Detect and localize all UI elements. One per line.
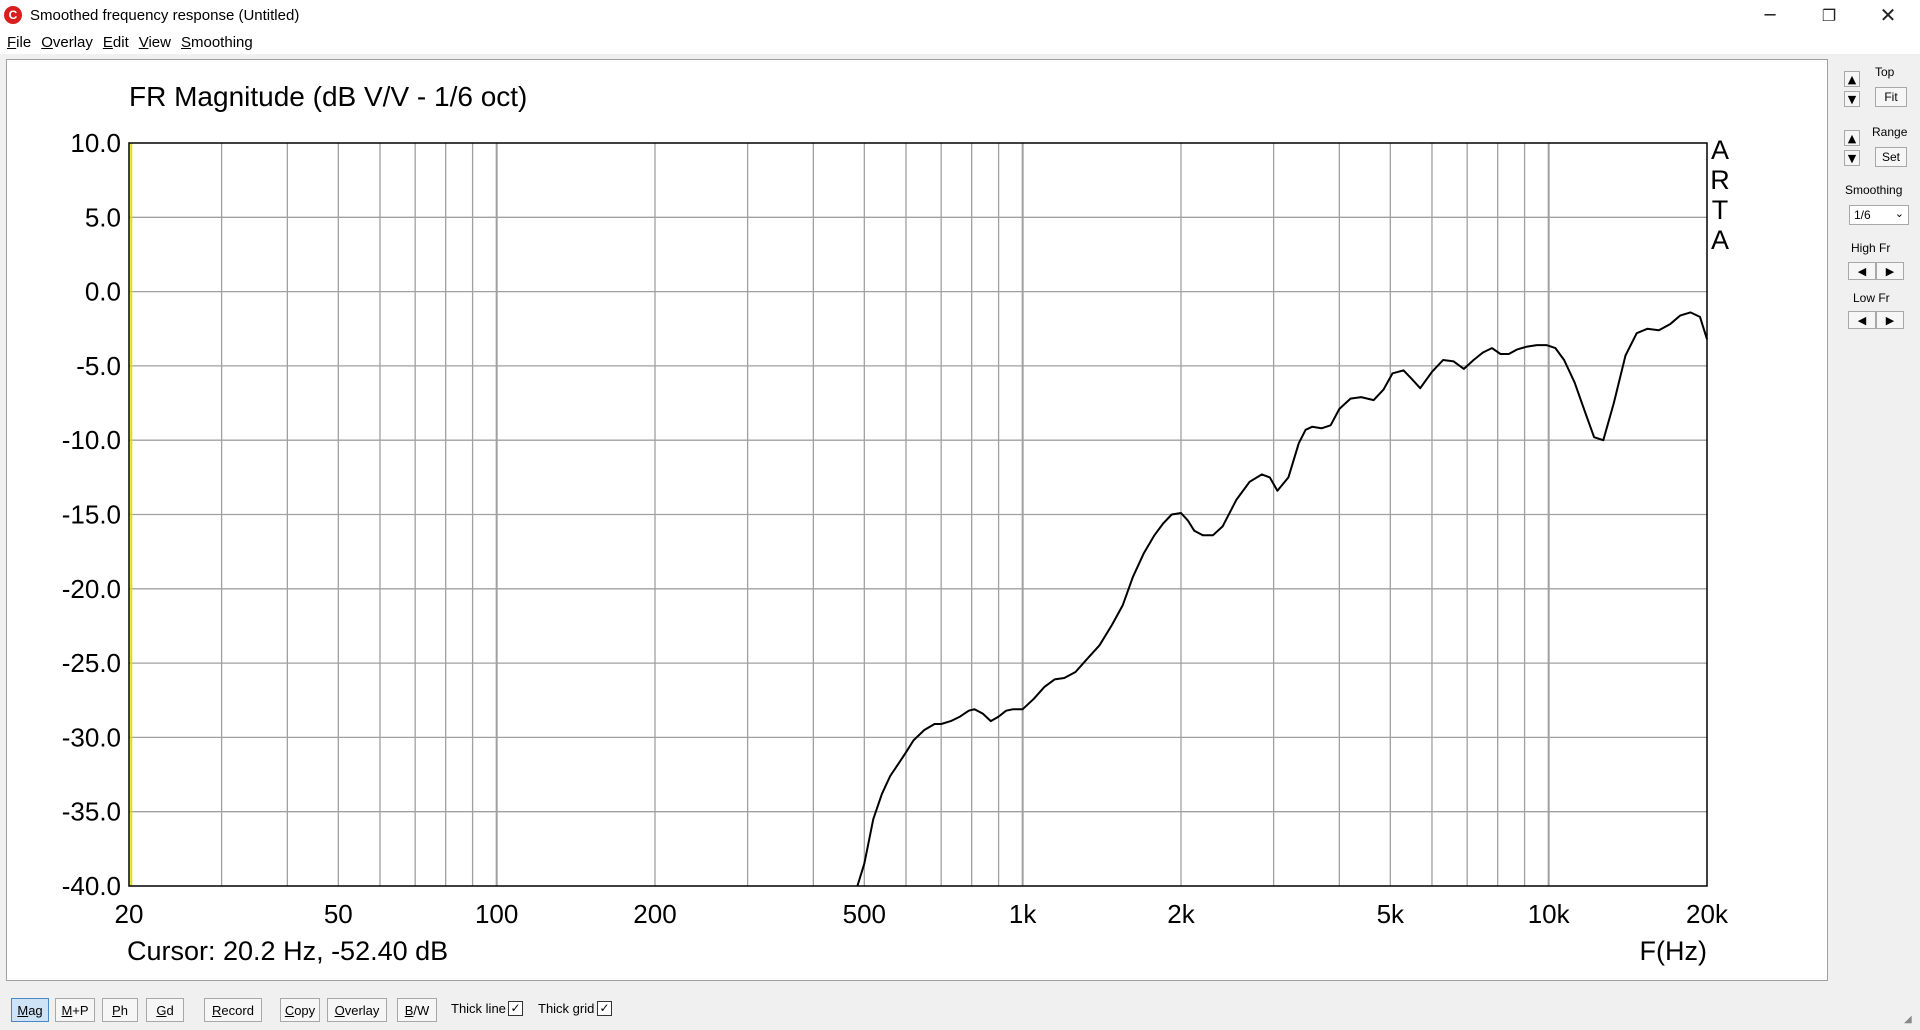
x-tick-label: 20k: [1686, 899, 1729, 929]
menu-edit[interactable]: Edit: [98, 34, 134, 51]
record-button[interactable]: Record: [204, 998, 262, 1022]
window-title: Smoothed frequency response (Untitled): [30, 6, 300, 24]
x-tick-label: 2k: [1167, 899, 1195, 929]
set-button[interactable]: Set: [1875, 147, 1907, 167]
mag-button[interactable]: Mag: [11, 998, 49, 1022]
copy-button[interactable]: Copy: [280, 998, 320, 1022]
chart-title: FR Magnitude (dB V/V - 1/6 oct): [129, 81, 527, 112]
grid: [129, 143, 1707, 886]
plot-area[interactable]: 10.0 5.0 0.0 -5.0 -10.0 -15.0 -20.0 -25.0 -30.0 -…: [6, 59, 1828, 981]
bw-button[interactable]: B/W: [397, 998, 437, 1022]
arta-brand-text: A R T A: [1710, 135, 1730, 255]
range-label: Range: [1872, 125, 1908, 139]
high-fr-label: High Fr: [1851, 241, 1891, 255]
menu-file[interactable]: File: [2, 34, 36, 51]
thick-grid-checkbox[interactable]: ✓: [597, 1001, 612, 1016]
arta-window: C Smoothed frequency response (Untitled)…: [0, 0, 1920, 1030]
brand-letter: A: [1711, 225, 1729, 255]
y-tick-label: 0.0: [85, 277, 121, 307]
low-fr-label: Low Fr: [1853, 291, 1890, 305]
y-tick-label: -5.0: [76, 351, 121, 381]
smoothing-select[interactable]: 1/6 ⌄: [1849, 205, 1909, 225]
close-button[interactable]: ✕: [1859, 0, 1917, 30]
bottom-toolbar: Mag M +P Ph Gd Record Copy Overlay B/W Th…: [0, 985, 1920, 1030]
range-down-button[interactable]: ▼: [1844, 150, 1860, 166]
menu-bar: File Overlay Edit View Smoothing: [0, 30, 1920, 54]
x-tick-label: 500: [843, 899, 886, 929]
top-label: Top: [1875, 65, 1895, 79]
low-fr-right-button[interactable]: ▶: [1876, 311, 1904, 329]
x-tick-labels: 20 50 100 200 500 1k 2k 5k 10k 20k: [115, 899, 1729, 929]
frequency-response-chart[interactable]: 10.0 5.0 0.0 -5.0 -10.0 -15.0 -20.0 -25.0 -30.0 -…: [7, 60, 1827, 980]
brand-letter: T: [1712, 195, 1729, 225]
x-tick-label: 200: [633, 899, 676, 929]
mag-phase-button[interactable]: M +P: [55, 998, 95, 1022]
overlay-button[interactable]: Overlay: [327, 998, 387, 1022]
right-control-panel: ▲ ▼ Top Fit ▲ ▼ Range Set Smoothing 1/6 …: [1828, 59, 1920, 981]
phase-button[interactable]: Ph: [102, 998, 138, 1022]
x-tick-label: 1k: [1009, 899, 1037, 929]
response-curve: [856, 311, 1708, 887]
resize-grip-icon[interactable]: ◢: [1904, 1014, 1918, 1028]
x-tick-label: 20: [115, 899, 144, 929]
menu-overlay[interactable]: Overlay: [36, 34, 98, 51]
x-tick-label: 10k: [1528, 899, 1571, 929]
curve-layer: [856, 311, 1708, 887]
range-up-button[interactable]: ▲: [1844, 130, 1860, 146]
cursor-readout: Cursor: 20.2 Hz, -52.40 dB: [127, 936, 448, 966]
menu-smoothing[interactable]: Smoothing: [176, 34, 258, 51]
smoothing-label: Smoothing: [1845, 183, 1903, 197]
high-fr-right-button[interactable]: ▶: [1876, 262, 1904, 280]
chevron-down-icon: ⌄: [1894, 207, 1904, 220]
smoothing-value: 1/6: [1854, 208, 1871, 222]
low-fr-left-button[interactable]: ◀: [1848, 311, 1876, 329]
y-tick-label: -35.0: [62, 797, 121, 827]
y-tick-label: -20.0: [62, 574, 121, 604]
fit-button[interactable]: Fit: [1875, 87, 1907, 107]
y-tick-label: -10.0: [62, 425, 121, 455]
arta-logo-icon: C: [4, 6, 22, 24]
y-tick-label: 5.0: [85, 202, 121, 232]
y-tick-label: -30.0: [62, 722, 121, 752]
x-tick-label: 5k: [1377, 899, 1405, 929]
y-tick-label: 10.0: [70, 128, 121, 158]
thick-line-checkbox[interactable]: ✓: [508, 1001, 523, 1016]
y-tick-label: -25.0: [62, 648, 121, 678]
top-up-button[interactable]: ▲: [1844, 71, 1860, 87]
x-axis-label: F(Hz): [1640, 936, 1707, 966]
x-tick-label: 50: [324, 899, 353, 929]
brand-letter: A: [1711, 135, 1729, 165]
thick-grid-label: Thick grid: [538, 1001, 595, 1016]
group-delay-button[interactable]: Gd: [146, 998, 184, 1022]
high-fr-left-button[interactable]: ◀: [1848, 262, 1876, 280]
minimize-button[interactable]: ─: [1741, 0, 1799, 30]
menu-view[interactable]: View: [134, 34, 176, 51]
brand-letter: R: [1710, 165, 1730, 195]
x-tick-label: 100: [475, 899, 518, 929]
maximize-button[interactable]: ❐: [1800, 0, 1858, 30]
y-tick-label: -15.0: [62, 500, 121, 530]
title-bar: C Smoothed frequency response (Untitled)…: [0, 0, 1920, 30]
y-tick-label: -40.0: [62, 871, 121, 901]
thick-line-label: Thick line: [451, 1001, 506, 1016]
y-tick-labels: 10.0 5.0 0.0 -5.0 -10.0 -15.0 -20.0 -25.0 -30.0 -…: [62, 128, 121, 901]
top-down-button[interactable]: ▼: [1844, 91, 1860, 107]
